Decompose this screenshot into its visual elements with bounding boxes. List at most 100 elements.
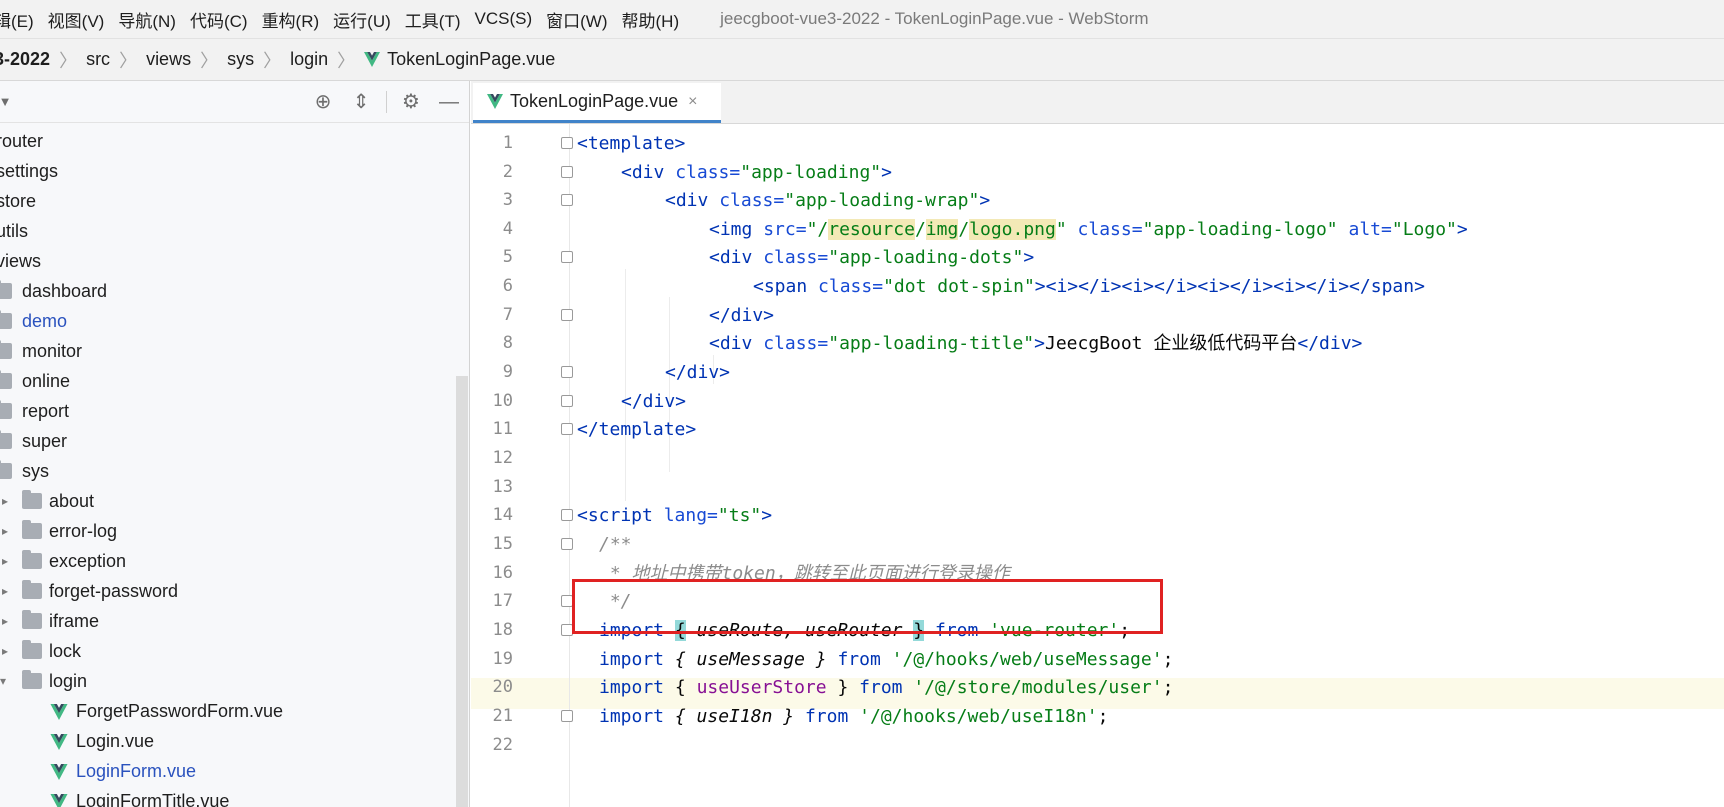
code-line-8: <div class="app-loading-title">JeecgBoot… — [709, 328, 1362, 359]
code-token: <div — [709, 333, 753, 354]
code-token: { — [674, 677, 697, 698]
breadcrumb-separator-icon: 〉 — [119, 50, 138, 71]
line-number: 3 — [502, 190, 513, 210]
chevron-down-icon[interactable]: ▾ — [0, 666, 6, 696]
code-token: > — [1456, 219, 1468, 240]
fold-marker-icon[interactable] — [561, 137, 573, 149]
menu-navigate[interactable]: 导航(N) — [111, 7, 183, 32]
code-token: class= — [763, 247, 829, 268]
fold-marker-icon[interactable] — [561, 251, 573, 263]
code-token: ; — [1097, 706, 1109, 727]
folder-icon — [0, 370, 12, 389]
locate-file-icon[interactable]: ⊕ — [312, 91, 334, 113]
fold-marker-icon[interactable] — [561, 538, 573, 550]
menu-view[interactable]: 视图(V) — [41, 7, 112, 32]
code-token: from — [837, 649, 881, 670]
sidebar-scrollbar[interactable] — [456, 376, 468, 807]
line-number: 1 — [502, 133, 513, 153]
window-title: jeecgboot-vue3-2022 - TokenLoginPage.vue… — [720, 9, 1149, 28]
project-toolbar: ▼ ⊕ ⇕ ⚙ — — [0, 81, 469, 123]
menu-refactor[interactable]: 重构(R) — [255, 7, 327, 32]
gutter-divider — [569, 124, 570, 807]
breadcrumb-project[interactable]: 3-2022 — [0, 49, 50, 70]
menu-window[interactable]: 窗口(W) — [539, 7, 614, 32]
code-line-6: <span class="dot dot-spin"><i></i><i></i… — [753, 271, 1425, 302]
fold-marker-icon[interactable] — [561, 710, 573, 722]
code-token: <span — [753, 276, 808, 297]
code-token: import — [599, 706, 665, 727]
tab-tokenloginpage[interactable]: TokenLoginPage.vue × — [473, 83, 721, 123]
code-token: "ts" — [717, 505, 762, 526]
code-line-2: <div class="app-loading"> — [621, 157, 892, 188]
code-token: > — [881, 162, 892, 183]
fold-marker-icon[interactable] — [561, 366, 573, 378]
code-token: class= — [1077, 219, 1143, 240]
code-token: > — [979, 190, 991, 211]
folder-icon — [22, 520, 42, 539]
line-number: 17 — [492, 591, 513, 611]
line-number: 4 — [502, 219, 513, 239]
line-number: 22 — [492, 735, 513, 755]
breadcrumb-login[interactable]: login — [290, 49, 328, 70]
breadcrumb-src[interactable]: src — [86, 49, 110, 70]
code-token: </template> — [577, 419, 697, 440]
chevron-right-icon[interactable]: ▸ — [2, 606, 8, 636]
vue-file-icon — [364, 52, 381, 67]
fold-marker-icon[interactable] — [561, 395, 573, 407]
folder-icon — [22, 550, 42, 569]
vue-file-icon — [50, 794, 68, 807]
code-line-14: <script lang="ts"> — [577, 500, 772, 531]
fold-marker-icon[interactable] — [561, 423, 573, 435]
code-line-19: import { useMessage } from '/@/hooks/web… — [599, 644, 1173, 675]
breadcrumb-views[interactable]: views — [146, 49, 191, 70]
collapse-all-icon[interactable]: ⇕ — [350, 91, 372, 113]
code-line-5: <div class="app-loading-dots"> — [709, 242, 1034, 273]
line-number: 5 — [502, 247, 513, 267]
menu-edit[interactable]: 辑(E) — [0, 7, 41, 32]
chevron-right-icon[interactable]: ▸ — [2, 486, 8, 516]
vue-file-icon — [50, 734, 68, 750]
code-token: import — [599, 649, 665, 670]
code-token: <script — [577, 505, 653, 526]
minimize-icon[interactable]: — — [438, 91, 460, 113]
tree-item-label: utils — [0, 221, 29, 241]
chevron-right-icon[interactable]: ▸ — [2, 636, 8, 666]
menu-help[interactable]: 帮助(H) — [615, 7, 687, 32]
code-line-4: <img src="/resource/img/logo.png" class=… — [709, 214, 1468, 245]
chevron-right-icon[interactable]: ▸ — [2, 516, 8, 546]
line-number: 6 — [502, 276, 513, 296]
close-icon[interactable]: × — [688, 93, 697, 111]
line-number: 21 — [492, 706, 513, 726]
fold-marker-icon[interactable] — [561, 509, 573, 521]
code-token: </div> — [665, 362, 731, 383]
code-token: '/@/hooks/web/useMessage' — [891, 649, 1163, 670]
dropdown-arrow-icon[interactable]: ▼ — [0, 91, 16, 113]
code-line-10: </div> — [621, 386, 686, 417]
fold-marker-icon[interactable] — [561, 194, 573, 206]
code-editor[interactable]: TokenLoginPage.vue × 1 2 3 4 5 6 7 8 9 1… — [471, 81, 1724, 807]
tree-item-label: LoginFormTitle.vue — [76, 791, 230, 807]
menu-vcs[interactable]: VCS(S) — [468, 9, 540, 29]
chevron-right-icon[interactable]: ▸ — [2, 546, 8, 576]
gear-icon[interactable]: ⚙ — [400, 91, 422, 113]
fold-marker-icon[interactable] — [561, 309, 573, 321]
fold-marker-icon[interactable] — [561, 166, 573, 178]
code-token: <div — [709, 247, 753, 268]
code-token: from — [804, 706, 849, 727]
tree-item-label: error-log — [49, 521, 118, 541]
chevron-right-icon[interactable]: ▸ — [2, 576, 8, 606]
tree-item-label: settings — [0, 161, 59, 181]
code-token: logo.png — [969, 219, 1056, 240]
menu-run[interactable]: 运行(U) — [326, 7, 398, 32]
folder-icon — [22, 580, 42, 599]
breadcrumb-file[interactable]: TokenLoginPage.vue — [387, 49, 555, 70]
project-tree-panel: ▼ ⊕ ⇕ ⚙ — router settings store utils vi… — [0, 81, 470, 807]
breadcrumb-sys[interactable]: sys — [227, 49, 254, 70]
tree-item-label: login — [49, 671, 88, 691]
code-token: { useI18n } — [674, 706, 795, 727]
menu-tools[interactable]: 工具(T) — [398, 7, 468, 32]
menu-code[interactable]: 代码(C) — [183, 7, 255, 32]
code-token: "/ — [806, 219, 829, 240]
code-token: "app-loading-wrap" — [784, 190, 980, 211]
code-token: </div> — [621, 391, 687, 412]
